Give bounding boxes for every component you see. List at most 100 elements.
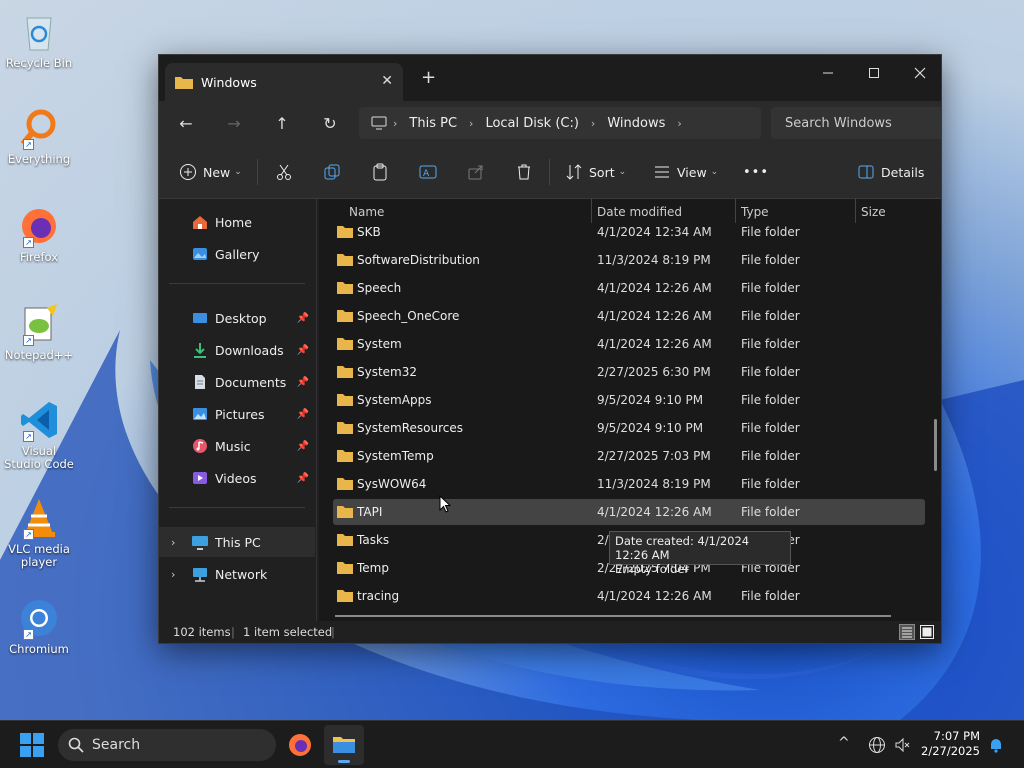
- file-date: 11/3/2024 8:19 PM: [597, 477, 711, 491]
- gallery-icon: [193, 248, 207, 260]
- search-input[interactable]: Search Windows: [771, 107, 941, 139]
- table-row[interactable]: SoftwareDistribution 11/3/2024 8:19 PM Fil…: [333, 247, 925, 273]
- close-window-button[interactable]: [897, 59, 941, 87]
- file-date: 9/5/2024 9:10 PM: [597, 393, 704, 407]
- new-tab-button[interactable]: +: [421, 67, 436, 88]
- table-row[interactable]: SystemResources 9/5/2024 9:10 PM File fold…: [333, 415, 925, 441]
- nav-item-gallery[interactable]: Gallery: [159, 239, 315, 269]
- table-row[interactable]: Speech 4/1/2024 12:26 AM File folder: [333, 275, 925, 301]
- sort-button[interactable]: Sort ⌄: [565, 159, 626, 185]
- table-row[interactable]: SKB 4/1/2024 12:34 AM File folder: [333, 219, 925, 245]
- desktop-icon-everything[interactable]: ↗ Everything: [4, 106, 74, 166]
- desktop-icon-vscode[interactable]: ↗ Visual Studio Code: [4, 398, 74, 471]
- network-icon: [193, 568, 207, 582]
- file-name: Speech_OneCore: [357, 309, 460, 323]
- pin-icon[interactable]: 📌: [297, 313, 309, 324]
- table-row[interactable]: SysWOW64 11/3/2024 8:19 PM File folder: [333, 471, 925, 497]
- column-name[interactable]: Name: [349, 205, 384, 219]
- speaker-muted-icon[interactable]: [894, 736, 912, 754]
- view-button[interactable]: View ⌄: [653, 159, 718, 185]
- desktop-icon-notepadpp[interactable]: ↗ Notepad++: [4, 302, 74, 362]
- explorer-body: Home Gallery Desktop 📌 Downloads 📌 Docum…: [159, 199, 941, 621]
- new-button[interactable]: New ⌄: [179, 159, 242, 185]
- tab-windows[interactable]: Windows ✕: [165, 63, 403, 101]
- table-row[interactable]: SystemTemp 2/27/2025 7:03 PM File folder: [333, 443, 925, 469]
- vertical-scrollbar[interactable]: [934, 419, 937, 471]
- refresh-button[interactable]: ↻: [317, 111, 343, 135]
- breadcrumb-local-disk[interactable]: Local Disk (C:): [485, 116, 578, 131]
- column-type[interactable]: Type: [741, 205, 769, 219]
- back-button[interactable]: ←: [173, 111, 199, 135]
- pin-icon[interactable]: 📌: [297, 441, 309, 452]
- taskbar-firefox-icon[interactable]: [288, 733, 312, 757]
- more-options-button[interactable]: •••: [743, 159, 769, 185]
- desktop-icon-firefox[interactable]: ↗ Firefox: [4, 204, 74, 264]
- nav-item-this-pc[interactable]: › This PC: [159, 527, 315, 557]
- pin-icon[interactable]: 📌: [297, 377, 309, 388]
- pin-icon[interactable]: 📌: [297, 409, 309, 420]
- pin-icon[interactable]: 📌: [297, 473, 309, 484]
- view-list-icon: [655, 166, 669, 178]
- pin-icon[interactable]: 📌: [297, 345, 309, 356]
- column-date-modified[interactable]: Date modified: [597, 205, 682, 219]
- table-row[interactable]: TAPI 4/1/2024 12:26 AM File folder: [333, 499, 925, 525]
- taskbar-search[interactable]: Search: [58, 729, 276, 761]
- desktop-icon-recycle-bin[interactable]: Recycle Bin: [4, 10, 74, 70]
- table-row[interactable]: System32 2/27/2025 6:30 PM File folder: [333, 359, 925, 385]
- file-type: File folder: [741, 337, 800, 351]
- chevron-up-icon[interactable]: ^: [838, 735, 850, 751]
- system-clock[interactable]: 7:07 PM 2/27/2025: [921, 729, 980, 759]
- taskbar-file-explorer[interactable]: [324, 725, 364, 765]
- nav-item-pictures[interactable]: Pictures 📌: [159, 399, 315, 429]
- paste-button[interactable]: [371, 159, 389, 185]
- notification-bell-icon[interactable]: [988, 737, 1004, 753]
- table-row[interactable]: SystemApps 9/5/2024 9:10 PM File folder: [333, 387, 925, 413]
- chevron-right-icon: ›: [469, 116, 474, 130]
- minimize-button[interactable]: [805, 59, 851, 87]
- table-row[interactable]: Speech_OneCore 4/1/2024 12:26 AM File fold…: [333, 303, 925, 329]
- table-row[interactable]: tracing 4/1/2024 12:26 AM File folder: [333, 583, 925, 609]
- nav-item-downloads[interactable]: Downloads 📌: [159, 335, 315, 365]
- delete-button[interactable]: [515, 159, 533, 185]
- horizontal-scrollbar[interactable]: [335, 615, 891, 617]
- nav-item-network[interactable]: › Network: [159, 559, 315, 589]
- up-button[interactable]: ↑: [269, 111, 295, 135]
- computer-icon: [371, 116, 387, 130]
- share-button[interactable]: [467, 159, 485, 185]
- file-date: 4/1/2024 12:26 AM: [597, 589, 712, 603]
- file-date: 4/1/2024 12:26 AM: [597, 505, 712, 519]
- nav-item-desktop[interactable]: Desktop 📌: [159, 303, 315, 333]
- start-windows-icon[interactable]: [20, 733, 44, 757]
- nav-item-home[interactable]: Home: [159, 207, 315, 237]
- nav-item-documents[interactable]: Documents 📌: [159, 367, 315, 397]
- file-name: Speech: [357, 281, 402, 295]
- rename-button[interactable]: A: [419, 159, 437, 185]
- desktop-icon-chromium[interactable]: ↗ Chromium: [4, 596, 74, 656]
- svg-text:A: A: [423, 169, 430, 179]
- close-tab-icon[interactable]: ✕: [381, 73, 393, 89]
- file-type: File folder: [741, 281, 800, 295]
- chevron-right-icon[interactable]: ›: [171, 536, 175, 549]
- desktop-icon-vlc[interactable]: ↗ VLC media player: [4, 496, 74, 569]
- file-name: System32: [357, 365, 418, 379]
- cut-button[interactable]: [275, 159, 293, 185]
- details-view-icon[interactable]: [899, 624, 915, 640]
- details-pane-button[interactable]: Details: [857, 159, 924, 185]
- globe-icon[interactable]: [868, 736, 886, 754]
- nav-item-videos[interactable]: Videos 📌: [159, 463, 315, 493]
- column-size[interactable]: Size: [861, 205, 886, 219]
- copy-button[interactable]: [323, 159, 341, 185]
- file-date: 4/1/2024 12:34 AM: [597, 225, 712, 239]
- active-indicator: [338, 760, 350, 763]
- address-field[interactable]: › This PC › Local Disk (C:) › Windows ›: [359, 107, 761, 139]
- breadcrumb-this-pc[interactable]: This PC: [409, 116, 457, 131]
- chevron-right-icon[interactable]: ›: [171, 568, 175, 581]
- forward-button[interactable]: →: [221, 111, 247, 135]
- tiles-view-icon[interactable]: [919, 624, 935, 640]
- maximize-button[interactable]: [851, 59, 897, 87]
- breadcrumb-windows[interactable]: Windows: [607, 116, 665, 131]
- nav-item-music[interactable]: Music 📌: [159, 431, 315, 461]
- refresh-icon: ↻: [323, 113, 337, 133]
- folder-icon: [175, 77, 193, 89]
- table-row[interactable]: System 4/1/2024 12:26 AM File folder: [333, 331, 925, 357]
